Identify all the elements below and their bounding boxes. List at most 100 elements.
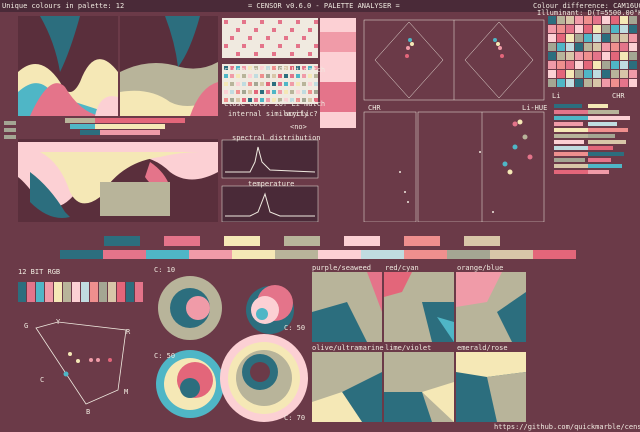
chr-bar xyxy=(588,152,624,156)
match-cell xyxy=(236,90,240,94)
censor-window: Unique colours in palette: 12 = CENSOR v… xyxy=(0,0,640,432)
palette-swatch xyxy=(232,250,275,259)
chr-column-label: CHR xyxy=(612,92,625,100)
match-cell xyxy=(278,74,282,78)
close-col-cell xyxy=(236,52,240,56)
matrix-cell xyxy=(611,25,619,33)
match-cell xyxy=(302,82,306,86)
matrix-cell xyxy=(593,52,601,60)
gamut-strip-cell xyxy=(45,282,53,302)
close-col-cell xyxy=(302,36,306,40)
close-col-cell xyxy=(224,28,228,32)
pair-purple-seaweed: purple/seaweed xyxy=(312,264,372,272)
matrix-cell xyxy=(584,34,592,42)
matrix-cell xyxy=(620,25,628,33)
lihue-label: Li-HUE xyxy=(522,104,548,112)
palette-swatch xyxy=(361,250,404,259)
li-column-label: Li xyxy=(552,92,561,100)
match-cell xyxy=(290,90,294,94)
close-col-cell xyxy=(224,52,228,56)
matrix-cell xyxy=(611,34,619,42)
close-col-cell xyxy=(278,28,282,32)
matrix-cell xyxy=(575,52,583,60)
close-col-cell xyxy=(308,28,312,32)
matrix-cell xyxy=(620,52,628,60)
match-cell xyxy=(266,82,270,86)
gamut-title: 12 BIT RGB xyxy=(18,268,61,276)
close-col-cell xyxy=(224,20,228,24)
match-cell xyxy=(296,82,300,86)
chr-bar xyxy=(588,170,609,174)
match-cell xyxy=(308,90,312,94)
close-col-cell xyxy=(308,44,312,48)
li-bar xyxy=(554,128,590,132)
close-col-cell xyxy=(248,52,252,56)
li-bar xyxy=(554,158,585,162)
cvd-circles xyxy=(156,276,308,422)
chr-bar xyxy=(588,122,617,126)
match-cell xyxy=(314,74,318,78)
gamut-strip-cell xyxy=(126,282,134,302)
matrix-cell xyxy=(566,79,574,87)
matrix-cell xyxy=(620,61,628,69)
matrix-cell xyxy=(548,43,556,51)
close-col-cell xyxy=(278,44,282,48)
matrix-cell xyxy=(593,43,601,51)
close-col-cell xyxy=(296,28,300,32)
matrix-cell xyxy=(602,34,610,42)
match-cell xyxy=(224,74,228,78)
close-col-cell xyxy=(266,28,270,32)
matrix-cell xyxy=(602,61,610,69)
li-bar xyxy=(554,140,584,144)
match-cell xyxy=(308,74,312,78)
matrix-cell xyxy=(602,16,610,24)
matrix-cell xyxy=(593,34,601,42)
palette-swatch xyxy=(60,250,103,259)
matrix-cell xyxy=(593,16,601,24)
close-col-cell xyxy=(290,44,294,48)
app-title: = CENSOR v0.6.0 - PALETTE ANALYSER = xyxy=(248,2,400,10)
cvd-label-c10: C: 10 xyxy=(154,266,176,274)
palette-pair-swatch xyxy=(404,236,440,246)
palette-swatch xyxy=(490,250,533,259)
close-col-cell xyxy=(290,20,294,24)
close-col-cell xyxy=(308,36,312,40)
close-col-cell xyxy=(308,20,312,24)
close-col-cell xyxy=(272,52,276,56)
gamut-strip-cell xyxy=(135,282,143,302)
close-col-cell xyxy=(284,44,288,48)
close-col-cell xyxy=(314,20,318,24)
matrix-cell xyxy=(629,34,637,42)
chr-bar xyxy=(588,158,611,162)
match-cell xyxy=(224,82,228,86)
matrix-cell xyxy=(584,25,592,33)
match-cell xyxy=(254,74,258,78)
github-url[interactable]: https://github.com/quickmarble/censor xyxy=(494,423,640,431)
close-col-cell xyxy=(266,36,270,40)
pair-tiles: purple/seaweed red/cyan orange/blue oliv… xyxy=(312,264,528,426)
match-cell xyxy=(236,74,240,78)
match-cell xyxy=(314,82,318,86)
match-cell xyxy=(266,90,270,94)
matrix-cell xyxy=(548,70,556,78)
matrix-cell xyxy=(575,70,583,78)
matrix-cell xyxy=(629,16,637,24)
distribution-charts xyxy=(4,16,218,222)
matrix-cell xyxy=(548,52,556,60)
palette-swatch xyxy=(146,250,189,259)
palette-pair-swatch xyxy=(284,236,320,246)
match-cell xyxy=(230,82,234,86)
matrix-cell xyxy=(593,79,601,87)
li-bar xyxy=(554,146,591,150)
matrix-cell xyxy=(584,16,592,24)
close-col-cell xyxy=(260,20,264,24)
match-cell xyxy=(290,74,294,78)
match-cell xyxy=(260,74,264,78)
gamut-strip-cell xyxy=(18,282,26,302)
match-cell xyxy=(296,90,300,94)
close-col-cell xyxy=(302,52,306,56)
gamut-strip-cell xyxy=(72,282,80,302)
matrix-cell xyxy=(629,61,637,69)
match-cell xyxy=(254,90,258,94)
chr-bar xyxy=(588,104,608,108)
